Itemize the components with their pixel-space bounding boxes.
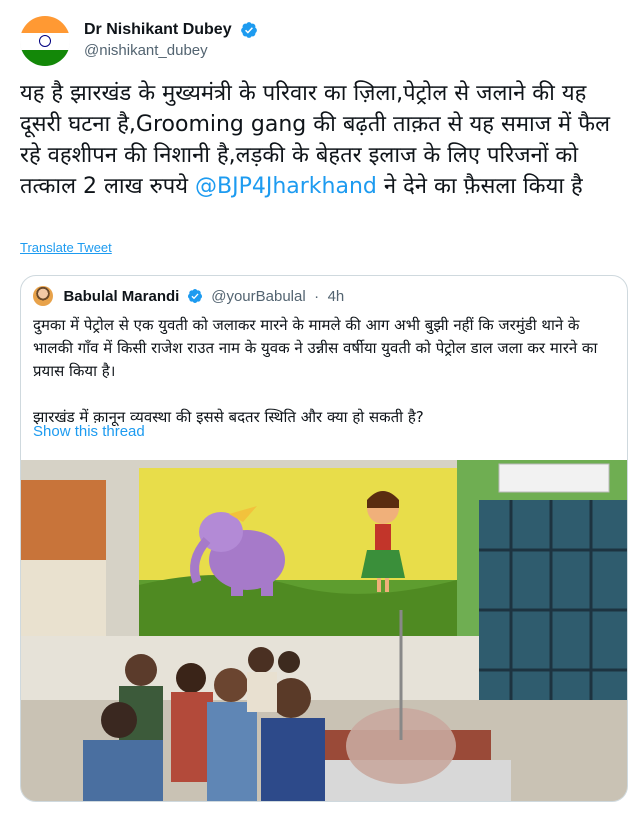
quoted-tweet-card[interactable]: Babulal Marandi @yourBabulal · 4h दुमका … xyxy=(20,275,628,802)
translate-tweet-link[interactable]: Translate Tweet xyxy=(20,240,112,255)
verified-badge-icon xyxy=(187,289,202,303)
author-handle[interactable]: @nishikant_dubey xyxy=(84,42,258,59)
author-display-name[interactable]: Dr Nishikant Dubey xyxy=(84,20,232,40)
mention-link[interactable]: @BJP4Jharkhand xyxy=(195,174,377,199)
tweet-photo[interactable] xyxy=(21,460,627,801)
author-avatar[interactable] xyxy=(20,16,70,66)
quoted-author-handle[interactable]: @yourBabulal xyxy=(211,288,305,305)
verified-badge-icon xyxy=(241,22,257,38)
quoted-tweet-time[interactable]: 4h xyxy=(328,288,345,305)
show-thread-link[interactable]: Show this thread xyxy=(33,423,145,440)
ashoka-chakra-icon xyxy=(39,35,51,47)
quoted-author-name[interactable]: Babulal Marandi xyxy=(63,288,179,305)
separator-dot: · xyxy=(314,287,320,305)
author-name-block[interactable]: Dr Nishikant Dubey @nishikant_dubey xyxy=(84,20,258,59)
hospital-ward-photo-icon xyxy=(21,460,627,801)
quoted-tweet-header: Babulal Marandi @yourBabulal · 4h xyxy=(33,286,344,308)
tweet-text-tail: ने देने का फ़ैसला किया है xyxy=(376,174,583,199)
quoted-author-avatar[interactable] xyxy=(33,286,53,306)
tweet-text: यह है झारखंड के मुख्यमंत्री के परिवार का… xyxy=(20,78,620,202)
tweet-header: Dr Nishikant Dubey @nishikant_dubey xyxy=(20,14,620,70)
quoted-tweet-text: दुमका में पेट्रोल से एक युवती को जलाकर म… xyxy=(33,316,598,426)
